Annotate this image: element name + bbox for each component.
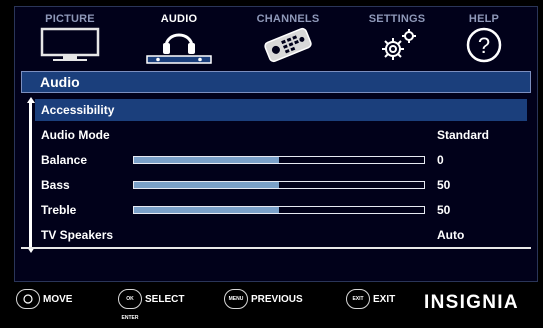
row-tv-speakers[interactable]: TV Speakers Auto [35,224,527,246]
ok-enter-icon: OK ENTER [118,289,142,321]
row-bass[interactable]: Bass 50 [35,174,527,196]
row-audio-mode[interactable]: Audio Mode Standard [35,124,527,146]
footer-hints: MOVE OK ENTER SELECT MENU PREVIOUS EXIT … [0,284,543,321]
slider-fill [134,182,279,188]
tab-help-label: HELP [468,13,500,25]
svg-text:?: ? [478,33,490,58]
row-label: TV Speakers [41,228,114,242]
tv-icon [18,25,122,67]
brand-logo: INSIGNIA [424,292,519,313]
row-label: Balance [41,153,88,167]
bass-slider[interactable] [133,181,425,189]
tab-channels-label: CHANNELS [256,13,320,25]
exit-button-icon: EXIT [346,289,370,309]
panel-title: Audio [40,74,80,90]
balance-slider[interactable] [133,156,425,164]
slider-fill [134,207,279,213]
divider [21,247,531,249]
slider-fill [134,157,279,163]
row-balance[interactable]: Balance 0 [35,149,527,171]
row-value: 50 [437,178,451,192]
settings-list: Accessibility Audio Mode Standard Balanc… [21,95,531,263]
row-label: Accessibility [41,103,115,117]
dpad-icon [16,289,40,309]
hint-previous-label: PREVIOUS [251,294,303,305]
tab-channels[interactable]: CHANNELS [236,7,340,69]
row-label: Bass [41,178,70,192]
row-treble[interactable]: Treble 50 [35,199,527,221]
hint-move-label: MOVE [43,294,73,305]
hint-exit-label: EXIT [373,294,396,305]
headphones-icon [127,25,231,67]
tab-audio-label: AUDIO [160,13,198,25]
menu-button-icon: MENU [224,289,248,309]
row-value: Auto [437,228,465,242]
remote-icon [236,25,340,67]
tab-help[interactable]: HELP ? [432,7,536,69]
menu-tabs: PICTURE AUDIO CHANNELS SETTINGS HELP ? [15,7,537,69]
tv-menu-screen: PICTURE AUDIO CHANNELS SETTINGS HELP ? A… [14,6,538,282]
row-value: 0 [437,153,444,167]
row-label: Treble [41,203,77,217]
row-label: Audio Mode [41,128,110,142]
scrollbar[interactable] [29,103,32,249]
tab-picture[interactable]: PICTURE [18,7,122,69]
hint-select-label: SELECT [145,294,185,305]
treble-slider[interactable] [133,206,425,214]
question-icon: ? [432,25,536,67]
tab-audio[interactable]: AUDIO [127,7,231,69]
row-value: Standard [437,128,490,142]
row-value: 50 [437,203,451,217]
panel-title-bar: Audio [21,71,531,93]
tab-picture-label: PICTURE [45,13,95,25]
row-accessibility[interactable]: Accessibility [35,99,527,121]
